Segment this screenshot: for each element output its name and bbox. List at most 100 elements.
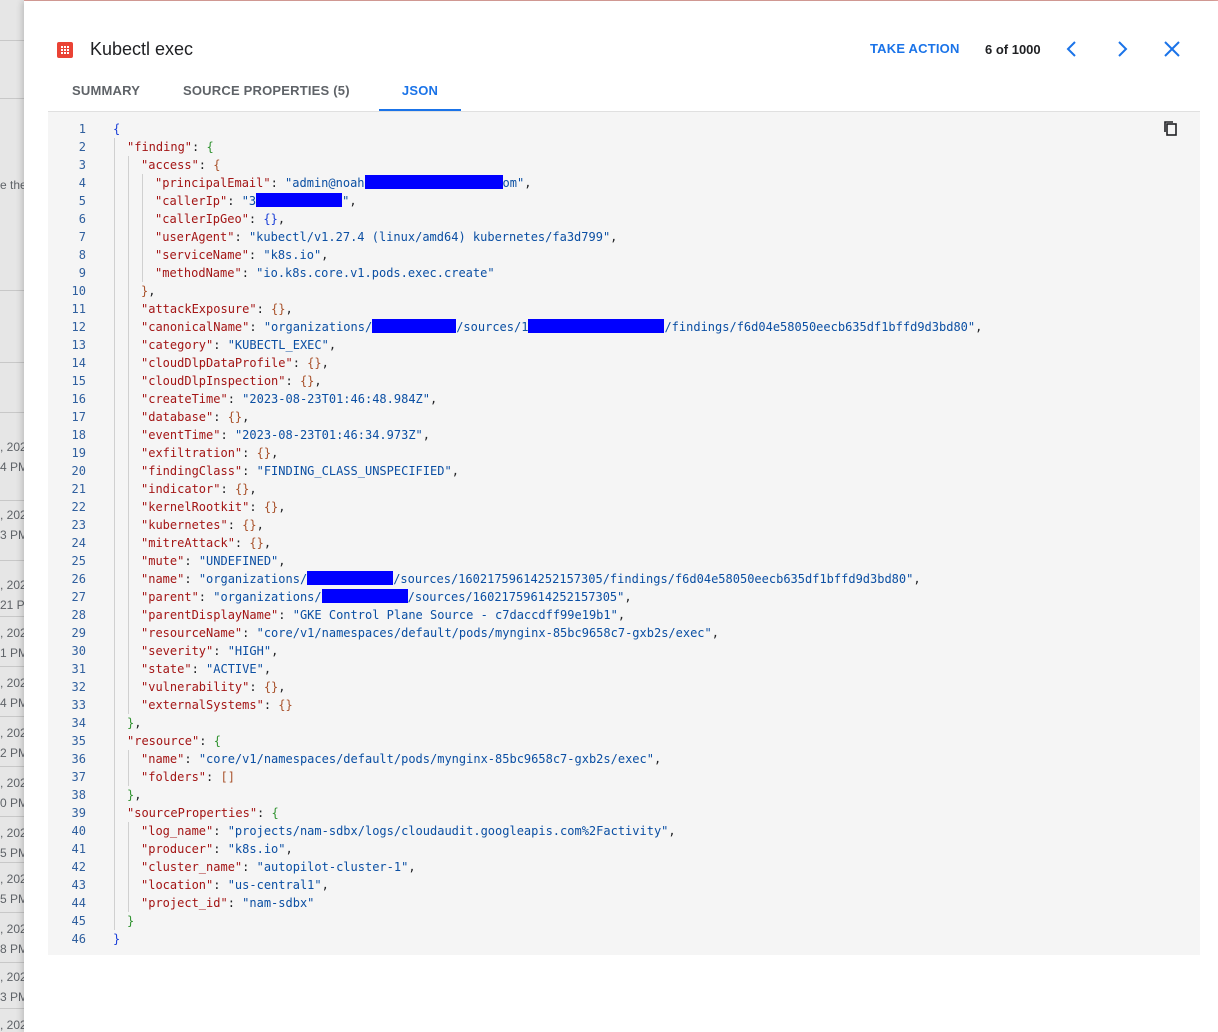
line-number: 7 [78,230,86,244]
json-string: "kubectl/v1.27.4 (linux/amd64) kubernete… [248,230,611,244]
indent-guide [128,768,129,786]
background-text-fragment: 8 PM [0,942,24,956]
code-line: 11 "attackExposure": {}, [48,300,1200,318]
indent-guide [128,246,129,264]
line-number: 25 [71,554,86,568]
code-text: "folders": [] [141,768,235,786]
code-text: "name": "organizations/ /sources/16021759… [141,570,921,588]
json-string: "projects/nam-sdbx/logs/cloudaudit.googl… [227,824,669,838]
redaction-block [307,571,394,585]
code-text: "resource": { [127,732,221,750]
indent-guide [114,516,115,534]
background-text-fragment: 2 PM [0,746,24,760]
json-bracket: {} [263,680,279,694]
json-punctuation: : [184,572,199,586]
json-punctuation: : [227,518,243,532]
indent-guide [114,138,115,156]
line-number: 26 [71,572,86,586]
background-row-divider [0,716,24,717]
json-key: "methodName" [155,266,242,280]
json-punctuation: , [321,248,329,262]
json-string: "FINDING_CLASS_UNSPECIFIED" [256,464,452,478]
json-punctuation: , [285,302,293,316]
indent-guide [128,408,129,426]
code-text: "parent": "organizations/ /sources/160217… [141,588,632,606]
code-text: "cloudDlpDataProfile": {}, [141,354,329,372]
code-line: 46} [48,930,1200,948]
indent-guide [114,534,115,552]
json-punctuation: , [263,662,272,676]
indent-guide [114,498,115,516]
chevron-right-icon [1118,41,1128,57]
code-line: 44 "project_id": "nam-sdbx" [48,894,1200,912]
json-string: "3 [241,194,257,208]
json-key: "resource" [127,734,200,748]
indent-guide [128,858,129,876]
indent-guide [128,264,129,282]
json-punctuation: : [270,176,286,190]
json-key: "producer" [141,842,214,856]
json-punctuation: , [263,536,272,550]
code-text: "parentDisplayName": "GKE Control Plane … [141,606,625,624]
json-punctuation: : [184,752,199,766]
background-text-fragment: 5 PM [0,892,24,906]
indent-guide [114,318,115,336]
json-punctuation: : [249,320,264,334]
next-finding-button[interactable] [1110,37,1134,61]
json-punctuation: : [191,662,207,676]
background-text-fragment: 5 PM [0,846,24,860]
json-key: "parentDisplayName" [141,608,279,622]
code-text: "attackExposure": {}, [141,300,293,318]
code-line: 38}, [48,786,1200,804]
indent-guide [128,570,129,588]
close-button[interactable] [1160,37,1184,61]
indent-guide [114,858,115,876]
indent-guide [114,210,115,228]
code-line: 32 "vulnerability": {}, [48,678,1200,696]
code-text: "producer": "k8s.io", [141,840,293,858]
json-punctuation: : [184,554,199,568]
close-icon [1164,41,1180,57]
json-bracket: { [213,734,221,748]
tab-summary[interactable]: SUMMARY [72,75,140,111]
json-punctuation: : [242,464,257,478]
json-key: "folders" [141,770,207,784]
json-punctuation: : [213,338,228,352]
tab-source-properties[interactable]: SOURCE PROPERTIES (5) [183,75,350,111]
background-text-fragment: , 202 [0,872,24,886]
json-key: "cluster_name" [141,860,243,874]
indent-guide [128,606,129,624]
line-number: 23 [71,518,86,532]
tab-json[interactable]: JSON [379,75,461,111]
json-punctuation: , [617,608,626,622]
json-bracket: {} [299,374,315,388]
code-text: "userAgent": "kubectl/v1.27.4 (linux/amd… [155,228,617,246]
json-string: /sources/16021759614252157305" [407,590,625,604]
indent-guide [128,840,129,858]
take-action-button[interactable]: TAKE ACTION [870,41,960,56]
indent-guide [128,444,129,462]
code-line: 22 "kernelRootkit": {}, [48,498,1200,516]
json-key: "state" [141,662,192,676]
code-line: 9 "methodName": "io.k8s.core.v1.pods.exec… [48,264,1200,282]
line-number: 35 [71,734,86,748]
code-text: "mitreAttack": {}, [141,534,271,552]
redaction-block [256,193,343,207]
indent-guide [114,786,115,804]
indent-guide [114,444,115,462]
indent-guide [114,912,115,930]
indent-guide [114,642,115,660]
json-punctuation: , [278,500,286,514]
code-line: 2 "finding": { [48,138,1200,156]
background-text-fragment: , 202 [0,676,24,690]
json-punctuation: : [213,878,228,892]
code-line: 27 "parent": "organizations/ /sources/1602… [48,588,1200,606]
previous-finding-button[interactable] [1060,37,1084,61]
background-row-divider [0,816,24,817]
json-string: /sources/1 [456,320,529,334]
json-bracket: {} [278,698,293,712]
json-punctuation: : [213,644,228,658]
line-number: 4 [78,176,86,190]
json-punctuation: : [249,500,264,514]
line-number: 22 [71,500,86,514]
